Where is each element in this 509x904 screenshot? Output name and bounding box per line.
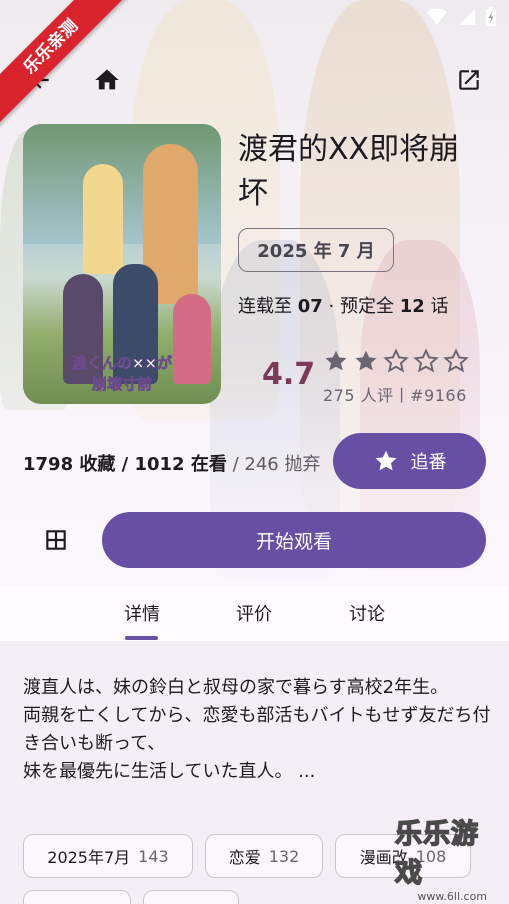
air-date-chip[interactable]: 2025 年 7 月: [238, 228, 394, 272]
anime-title: 渡君的XX即将崩坏: [238, 132, 460, 211]
tab-indicator: [125, 636, 158, 640]
anime-cover-image[interactable]: 渡くんの××が 崩壊寸前: [23, 124, 221, 404]
episode-progress: 连载至 07 · 预定全 12 话: [238, 296, 449, 317]
collected-count: 1798 收藏: [23, 454, 116, 475]
watermark-url: www.6ll.com: [417, 890, 487, 903]
signal-icon: [459, 9, 475, 25]
star-filled-icon: [355, 350, 377, 371]
star-icon: [374, 450, 397, 471]
star-outline-icon: [413, 348, 439, 373]
rating-score: 4.7: [262, 357, 316, 392]
start-watching-button[interactable]: 开始观看: [102, 512, 486, 568]
watching-count: 1012 在看: [134, 454, 227, 475]
tag-chip[interactable]: [143, 890, 239, 904]
star-outline-icon: [443, 348, 469, 373]
synopsis-text[interactable]: 渡直人は、妹の鈴白と叔母の家で暮らす高校2年生。 両親を亡くしてから、恋愛も部活…: [23, 674, 493, 786]
tab-reviews[interactable]: 评价: [214, 585, 294, 641]
promo-ribbon: 乐乐亲测: [0, 0, 130, 130]
follow-label: 追番: [410, 452, 447, 473]
wifi-icon: [427, 8, 447, 25]
tag-chip[interactable]: 恋爱 132: [205, 834, 323, 878]
watermark-text: 乐乐游戏: [394, 818, 479, 890]
battery-icon: [486, 7, 496, 26]
tag-chip[interactable]: [23, 890, 131, 904]
ribbon-label: 乐乐亲测: [0, 0, 130, 127]
episode-grid-button[interactable]: [36, 520, 76, 560]
follow-button[interactable]: 追番: [333, 433, 486, 489]
rating-meta: 275 人评丨#9166: [323, 386, 467, 405]
dropped-count: 246 抛弃: [244, 454, 321, 475]
rating-stars: [323, 348, 469, 374]
tag-chip[interactable]: 2025年7月 143: [23, 834, 193, 878]
collection-stats: 1798 收藏 / 1012 在看 / 246 抛弃: [23, 454, 321, 475]
tab-bar: 详情 评价 讨论: [0, 585, 509, 641]
open-external-button[interactable]: [449, 60, 489, 100]
grid-icon: [46, 530, 66, 550]
open-in-new-icon: [459, 70, 479, 90]
star-filled-icon: [325, 350, 347, 371]
tab-details[interactable]: 详情: [102, 585, 182, 641]
tab-discussion[interactable]: 讨论: [327, 585, 407, 641]
star-outline-icon: [383, 348, 409, 373]
cover-logo-text: 渡くんの××が 崩壊寸前: [71, 354, 173, 394]
site-watermark: 乐乐游戏 www.6ll.com: [394, 818, 509, 904]
